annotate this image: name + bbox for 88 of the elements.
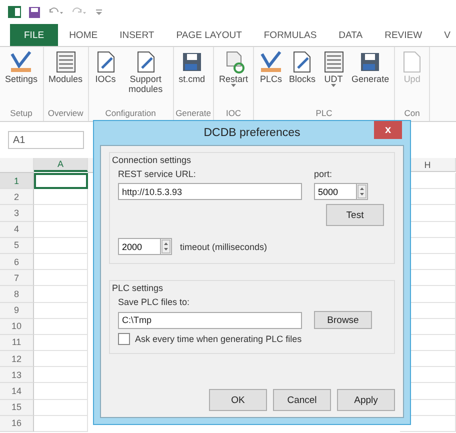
ribbon-button[interactable]: Generate: [348, 47, 392, 108]
close-button[interactable]: x: [374, 121, 402, 139]
ribbon-button[interactable]: PLCs: [256, 47, 286, 108]
ribbon-button[interactable]: Settings: [2, 47, 41, 108]
group-label: Setup: [9, 108, 34, 120]
ribbon-tab[interactable]: INSERT: [108, 24, 166, 46]
sheet-cell[interactable]: [34, 222, 88, 238]
sheet-cell[interactable]: [34, 286, 88, 302]
group-label: Overview: [46, 108, 84, 120]
timeout-label: timeout (milliseconds): [180, 242, 268, 252]
sheet-cell[interactable]: [34, 238, 88, 254]
group-label: Configuration: [104, 108, 157, 120]
row-header[interactable]: 7: [0, 270, 34, 286]
row-header[interactable]: 8: [0, 286, 34, 302]
port-label: port:: [314, 169, 334, 179]
sheet-cell[interactable]: [34, 367, 88, 384]
browse-button[interactable]: Browse: [314, 311, 372, 329]
ribbon-button[interactable]: Modules: [46, 47, 86, 108]
sheet-cell[interactable]: [34, 254, 88, 270]
ribbon-button[interactable]: Restart: [216, 47, 252, 108]
sheet-cell[interactable]: [34, 351, 88, 368]
name-box[interactable]: A1: [8, 131, 84, 149]
spin-arrows-icon[interactable]: [356, 183, 368, 200]
group-legend: PLC settings: [112, 283, 386, 293]
group-legend: Connection settings: [112, 155, 386, 165]
file-tab[interactable]: FILE: [10, 24, 58, 46]
select-all-corner[interactable]: [0, 158, 34, 173]
group-label: PLC: [314, 108, 334, 120]
customize-icon[interactable]: [96, 8, 102, 16]
check-ruler-icon: [9, 50, 34, 74]
active-cell[interactable]: [34, 173, 88, 190]
path-field[interactable]: C:\Tmp: [118, 312, 302, 328]
group-label: Con: [403, 108, 421, 120]
list-icon: [54, 50, 78, 74]
sheet-cell[interactable]: [34, 302, 88, 319]
group-label: Generate: [176, 108, 212, 120]
url-field[interactable]: http://10.5.3.93: [118, 183, 302, 200]
row-header[interactable]: 16: [0, 416, 34, 432]
sheet-cell[interactable]: [34, 334, 88, 352]
ribbon-tab[interactable]: HOME: [58, 24, 109, 46]
sheet-cell[interactable]: [34, 205, 88, 222]
sheet-cell[interactable]: [34, 383, 88, 400]
dialog-button[interactable]: Apply: [337, 389, 395, 411]
ask-checkbox[interactable]: [118, 333, 130, 345]
ribbon-button[interactable]: UDT: [318, 47, 349, 108]
row-header[interactable]: 3: [0, 205, 34, 222]
ribbon-button[interactable]: st.cmd: [176, 47, 208, 108]
sheet-cell[interactable]: [34, 318, 88, 335]
ribbon-tab[interactable]: REVIEW: [374, 24, 434, 46]
column-header[interactable]: A: [34, 158, 88, 172]
dialog-button[interactable]: OK: [209, 389, 267, 411]
spreadsheet-logo-icon: [8, 6, 21, 18]
ribbon-tab[interactable]: FORMULAS: [252, 24, 328, 46]
row-header[interactable]: 6: [0, 254, 34, 270]
sheet-cell[interactable]: [34, 270, 88, 286]
sheet-cell[interactable]: [34, 189, 88, 206]
ribbon-button[interactable]: Support modules: [120, 47, 171, 108]
ribbon-button[interactable]: IOCs: [90, 47, 121, 108]
row-header[interactable]: 2: [0, 189, 34, 206]
ask-label: Ask every time when generating PLC files: [135, 334, 302, 344]
row-header[interactable]: 5: [0, 238, 34, 254]
row-header[interactable]: 14: [0, 383, 34, 400]
url-label: REST service URL:: [118, 169, 197, 179]
sheet-cell[interactable]: [34, 416, 88, 432]
row-header[interactable]: 10: [0, 318, 34, 335]
row-header[interactable]: 4: [0, 222, 34, 238]
row-header[interactable]: 13: [0, 367, 34, 384]
ribbon-button[interactable]: Blocks: [286, 47, 319, 108]
ribbon-tab[interactable]: V: [433, 24, 456, 46]
port-field[interactable]: 5000: [314, 183, 356, 200]
check-ruler-icon: [259, 50, 284, 74]
path-label: Save PLC files to:: [118, 297, 191, 307]
ribbon-tab[interactable]: PAGE LAYOUT: [165, 24, 253, 46]
row-header[interactable]: 11: [0, 334, 34, 352]
dialog-button[interactable]: Cancel: [273, 389, 331, 411]
dialog-title: DCDB preferences: [204, 127, 300, 139]
sheet-cell[interactable]: [34, 400, 88, 416]
group-label: IOC: [224, 108, 242, 120]
row-header[interactable]: 12: [0, 351, 34, 368]
row-header[interactable]: 15: [0, 400, 34, 416]
list-icon: [322, 50, 346, 74]
timeout-field[interactable]: 2000: [118, 238, 160, 255]
save-icon[interactable]: [29, 6, 40, 18]
row-header[interactable]: 1: [0, 173, 34, 190]
test-button[interactable]: Test: [326, 204, 384, 226]
spin-arrows-icon[interactable]: [160, 238, 172, 255]
ribbon-tab[interactable]: DATA: [328, 24, 374, 46]
row-header[interactable]: 9: [0, 302, 34, 319]
